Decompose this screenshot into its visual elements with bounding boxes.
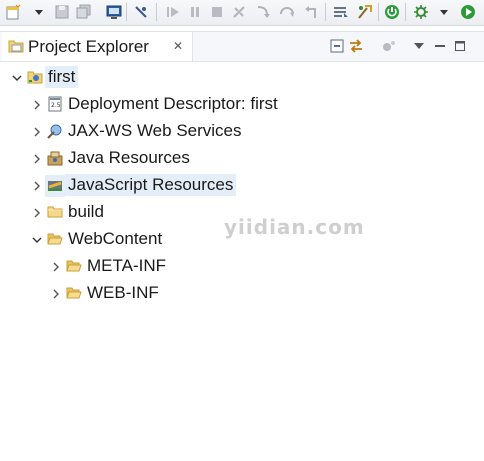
use-step-filters-icon[interactable] xyxy=(355,2,375,22)
chevron-right-icon[interactable] xyxy=(50,288,62,300)
tree-item-javascript-resources[interactable]: JavaScript Resources xyxy=(0,173,330,198)
tree-item-java-resources[interactable]: Java Resources xyxy=(0,146,330,171)
tree-item-first[interactable]: first xyxy=(0,65,100,90)
new-icon[interactable] xyxy=(3,2,23,22)
tree-item-label: first xyxy=(45,66,79,88)
step-return-icon[interactable] xyxy=(301,2,321,22)
chevron-right-icon[interactable] xyxy=(31,207,43,219)
view-header: Project Explorer ✕ xyxy=(0,32,484,62)
tree-item-deployment-descriptor[interactable]: 2.5 Deployment Descriptor: first xyxy=(0,92,330,117)
save-all-icon[interactable] xyxy=(74,2,94,22)
project-explorer-view: Project Explorer ✕ first 2.5 Deployment … xyxy=(0,31,484,461)
web-services-icon xyxy=(47,123,63,139)
server-icon[interactable] xyxy=(382,2,402,22)
chevron-right-icon[interactable] xyxy=(31,180,43,192)
chevron-right-icon[interactable] xyxy=(50,261,62,273)
tree-item-web-inf[interactable]: WEB-INF xyxy=(0,281,200,306)
terminate-icon[interactable] xyxy=(207,2,227,22)
chevron-down-icon[interactable] xyxy=(31,234,43,246)
collapse-all-icon[interactable] xyxy=(328,37,346,55)
project-explorer-icon xyxy=(8,39,24,53)
tree-item-label: META-INF xyxy=(87,256,167,275)
folder-icon xyxy=(66,258,82,274)
chevron-right-icon[interactable] xyxy=(31,126,43,138)
chevron-right-icon[interactable] xyxy=(31,153,43,165)
tree-item-build[interactable]: build xyxy=(0,200,200,225)
project-icon xyxy=(27,69,43,85)
folder-icon xyxy=(66,285,82,301)
resume-icon[interactable] xyxy=(163,2,183,22)
tab-project-explorer[interactable]: Project Explorer ✕ xyxy=(2,32,193,61)
tree-item-jax-ws-web-services[interactable]: JAX-WS Web Services xyxy=(0,119,330,144)
drop-to-frame-icon[interactable] xyxy=(331,2,351,22)
tree-item-label: JavaScript Resources xyxy=(65,174,237,196)
watermark: yiidian.com xyxy=(224,215,365,239)
disconnect-icon[interactable] xyxy=(229,2,249,22)
tree-item-label: JAX-WS Web Services xyxy=(68,121,242,140)
tree-item-webcontent[interactable]: WebContent xyxy=(0,227,200,252)
svg-text:2.5: 2.5 xyxy=(51,102,61,109)
toggle-breakpoint-icon[interactable] xyxy=(131,2,151,22)
run-last-dropdown-icon[interactable] xyxy=(439,5,449,19)
run-last-icon[interactable] xyxy=(411,2,431,22)
tree-item-label: WebContent xyxy=(68,229,163,248)
chevron-right-icon[interactable] xyxy=(31,99,43,111)
deployment-descriptor-icon: 2.5 xyxy=(47,96,63,112)
suspend-icon[interactable] xyxy=(185,2,205,22)
javascript-resources-icon xyxy=(47,177,63,193)
tree-item-label: Deployment Descriptor: first xyxy=(68,94,278,113)
java-resources-icon xyxy=(47,150,63,166)
view-title: Project Explorer xyxy=(28,37,149,56)
step-over-icon[interactable] xyxy=(277,2,297,22)
save-icon[interactable] xyxy=(52,2,72,22)
tree-item-label: build xyxy=(68,202,104,221)
focus-active-task-icon[interactable] xyxy=(380,37,398,55)
folder-icon xyxy=(47,204,63,220)
new-dropdown-icon[interactable] xyxy=(34,5,44,19)
folder-open-icon xyxy=(47,231,63,247)
tree-item-label: WEB-INF xyxy=(87,283,159,302)
maximize-icon[interactable] xyxy=(451,37,469,55)
step-into-icon[interactable] xyxy=(253,2,273,22)
terminal-icon[interactable] xyxy=(104,2,124,22)
link-with-editor-icon[interactable] xyxy=(347,37,365,55)
tree-item-meta-inf[interactable]: META-INF xyxy=(0,254,200,279)
close-icon[interactable]: ✕ xyxy=(173,39,183,53)
view-menu-icon[interactable] xyxy=(410,37,428,55)
main-toolbar xyxy=(0,0,484,26)
minimize-icon[interactable] xyxy=(431,37,449,55)
tree-item-label: Java Resources xyxy=(68,148,190,167)
chevron-down-icon[interactable] xyxy=(11,72,23,84)
run-icon[interactable] xyxy=(458,2,478,22)
